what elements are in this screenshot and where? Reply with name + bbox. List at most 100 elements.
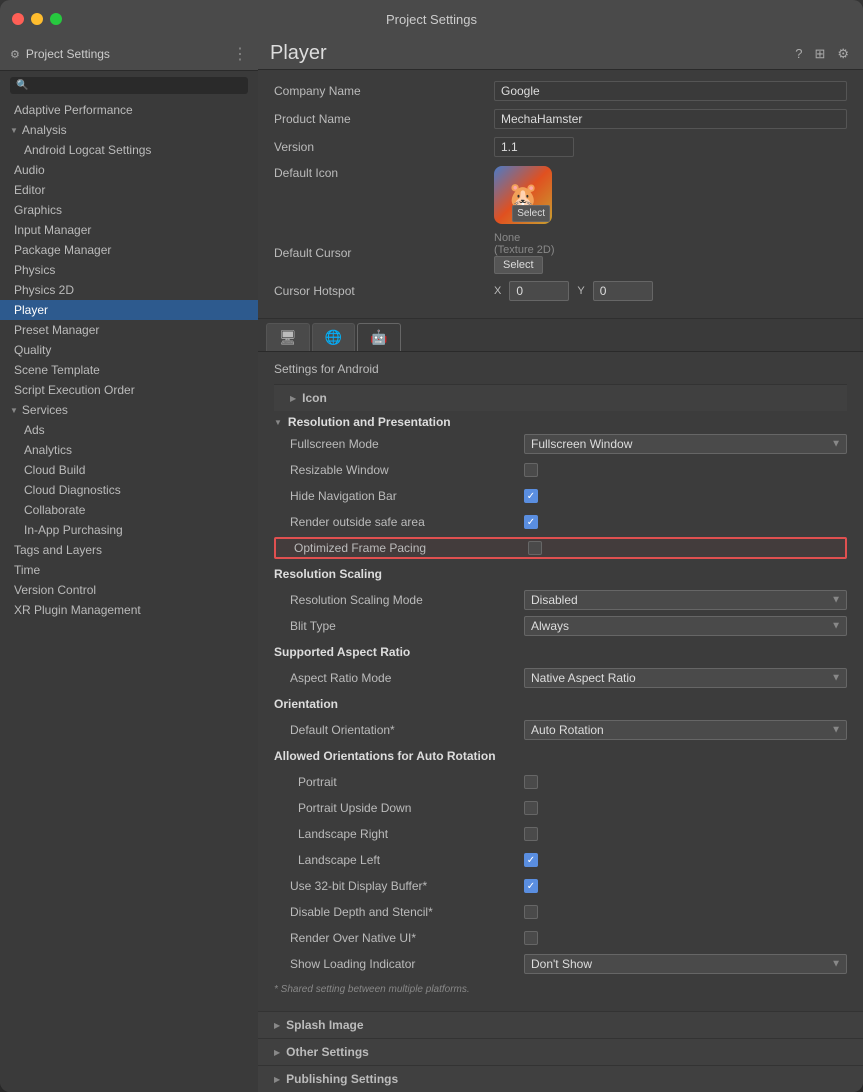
- close-button[interactable]: [12, 13, 24, 25]
- title-bar-text: Project Settings: [386, 12, 477, 27]
- maximize-button[interactable]: [50, 13, 62, 25]
- tab-webgl[interactable]: 🌐: [312, 323, 355, 351]
- resolution-section-content: Fullscreen Mode Fullscreen Window ▼: [274, 433, 847, 559]
- resolution-section-header[interactable]: ▼ Resolution and Presentation: [274, 411, 847, 433]
- sidebar-item-cloud-diagnostics[interactable]: Cloud Diagnostics: [0, 480, 258, 500]
- default-icon-label: Default Icon: [274, 166, 494, 180]
- optimized-frame-label: Optimized Frame Pacing: [278, 541, 528, 555]
- version-row: Version: [274, 136, 847, 158]
- sidebar-item-services[interactable]: ▼ Services: [0, 400, 258, 420]
- company-name-label: Company Name: [274, 84, 494, 98]
- sidebar-item-xr-plugin[interactable]: XR Plugin Management: [0, 600, 258, 620]
- aspect-ratio-label: Supported Aspect Ratio: [274, 645, 847, 659]
- optimized-frame-row: Optimized Frame Pacing: [274, 537, 847, 559]
- sidebar-item-label: Analytics: [24, 443, 72, 457]
- expand-icon: ▶: [290, 394, 296, 403]
- layout-icon[interactable]: ⊞: [812, 44, 827, 64]
- panel-header: Player ? ⊞ ⚙: [258, 38, 863, 70]
- sidebar-item-quality[interactable]: Quality: [0, 340, 258, 360]
- default-cursor-label: Default Cursor: [274, 246, 494, 260]
- sidebar-item-audio[interactable]: Audio: [0, 160, 258, 180]
- fullscreen-mode-dropdown[interactable]: Fullscreen Window: [524, 434, 847, 454]
- sidebar-item-label: Quality: [14, 343, 51, 357]
- sidebar-header-text: Project Settings: [26, 47, 110, 61]
- landscape-left-checkbox[interactable]: [524, 853, 538, 867]
- default-orientation-dropdown[interactable]: Auto Rotation: [524, 720, 847, 740]
- other-settings-section[interactable]: ▶ Other Settings: [258, 1038, 863, 1065]
- render-over-native-control: [524, 931, 847, 945]
- disable-depth-checkbox[interactable]: [524, 905, 538, 919]
- use-32bit-checkbox[interactable]: [524, 879, 538, 893]
- fullscreen-mode-row: Fullscreen Mode Fullscreen Window ▼: [274, 433, 847, 455]
- company-name-input[interactable]: [494, 81, 847, 101]
- resizable-window-checkbox[interactable]: [524, 463, 538, 477]
- sidebar-menu-icon[interactable]: ⋮: [232, 44, 248, 64]
- optimized-frame-checkbox[interactable]: [528, 541, 542, 555]
- default-cursor-row: Default Cursor None (Texture 2D) Select: [274, 232, 847, 274]
- search-input-wrap[interactable]: 🔍: [10, 77, 248, 94]
- sidebar-item-graphics[interactable]: Graphics: [0, 200, 258, 220]
- sidebar-item-time[interactable]: Time: [0, 560, 258, 580]
- sidebar-item-cloud-build[interactable]: Cloud Build: [0, 460, 258, 480]
- sidebar-item-player[interactable]: Player: [0, 300, 258, 320]
- sidebar-item-adaptive-performance[interactable]: Adaptive Performance: [0, 100, 258, 120]
- sidebar-item-tags-and-layers[interactable]: Tags and Layers: [0, 540, 258, 560]
- portrait-checkbox[interactable]: [524, 775, 538, 789]
- allowed-orientations-label: Allowed Orientations for Auto Rotation: [274, 749, 847, 763]
- aspect-ratio-mode-dropdown[interactable]: Native Aspect Ratio: [524, 668, 847, 688]
- icon-section-header[interactable]: ▶ Icon: [274, 384, 847, 411]
- landscape-right-row: Landscape Right: [274, 823, 847, 845]
- product-name-input[interactable]: [494, 109, 847, 129]
- version-input[interactable]: [494, 137, 574, 157]
- portrait-upside-down-checkbox[interactable]: [524, 801, 538, 815]
- sidebar-item-android-logcat[interactable]: Android Logcat Settings: [0, 140, 258, 160]
- sidebar-item-ads[interactable]: Ads: [0, 420, 258, 440]
- sidebar-item-collaborate[interactable]: Collaborate: [0, 500, 258, 520]
- splash-image-section[interactable]: ▶ Splash Image: [258, 1011, 863, 1038]
- search-bar: 🔍: [0, 71, 258, 100]
- scaling-mode-dropdown[interactable]: Disabled: [524, 590, 847, 610]
- sidebar-item-physics[interactable]: Physics: [0, 260, 258, 280]
- show-loading-dropdown[interactable]: Don't Show: [524, 954, 847, 974]
- cursor-y-input[interactable]: [593, 281, 653, 301]
- sidebar-item-scene-template[interactable]: Scene Template: [0, 360, 258, 380]
- sidebar-item-package-manager[interactable]: Package Manager: [0, 240, 258, 260]
- fullscreen-mode-label: Fullscreen Mode: [274, 437, 524, 451]
- resizable-window-row: Resizable Window: [274, 459, 847, 481]
- orientation-section: Orientation Default Orientation* Auto Ro…: [274, 693, 847, 871]
- cursor-none-value: None (Texture 2D) Select: [494, 232, 847, 274]
- sidebar-item-label: Graphics: [14, 203, 62, 217]
- sidebar-item-editor[interactable]: Editor: [0, 180, 258, 200]
- sidebar-item-preset-manager[interactable]: Preset Manager: [0, 320, 258, 340]
- version-value: [494, 137, 847, 157]
- sidebar-item-physics-2d[interactable]: Physics 2D: [0, 280, 258, 300]
- render-over-native-checkbox[interactable]: [524, 931, 538, 945]
- cursor-x-input[interactable]: [509, 281, 569, 301]
- hide-nav-bar-checkbox[interactable]: [524, 489, 538, 503]
- sidebar-item-analysis[interactable]: ▼ Analysis: [0, 120, 258, 140]
- tab-android[interactable]: 🤖: [357, 323, 400, 351]
- sidebar-item-input-manager[interactable]: Input Manager: [0, 220, 258, 240]
- render-outside-checkbox[interactable]: [524, 515, 538, 529]
- shared-note: * Shared setting between multiple platfo…: [274, 979, 847, 997]
- basic-fields: Company Name Product Name Version: [258, 70, 863, 319]
- sidebar-item-version-control[interactable]: Version Control: [0, 580, 258, 600]
- help-icon[interactable]: ?: [793, 44, 804, 63]
- expand-icon: ▼: [10, 406, 18, 415]
- aspect-ratio-mode-row: Aspect Ratio Mode Native Aspect Ratio ▼: [274, 667, 847, 689]
- cursor-select-button[interactable]: Select: [494, 256, 543, 274]
- sidebar-item-in-app-purchasing[interactable]: In-App Purchasing: [0, 520, 258, 540]
- settings-icon[interactable]: ⚙: [835, 44, 851, 64]
- title-bar: Project Settings: [0, 0, 863, 38]
- icon-select-button[interactable]: Select: [512, 205, 550, 222]
- sidebar-item-label: Android Logcat Settings: [24, 143, 151, 157]
- blit-type-dropdown[interactable]: Always: [524, 616, 847, 636]
- landscape-right-checkbox[interactable]: [524, 827, 538, 841]
- resolution-scaling-header-row: Resolution Scaling: [274, 563, 847, 585]
- sidebar-item-analytics[interactable]: Analytics: [0, 440, 258, 460]
- sidebar-item-script-execution-order[interactable]: Script Execution Order: [0, 380, 258, 400]
- minimize-button[interactable]: [31, 13, 43, 25]
- tab-standalone[interactable]: 🖥: [266, 323, 310, 351]
- disable-depth-control: [524, 905, 847, 919]
- publishing-settings-section[interactable]: ▶ Publishing Settings: [258, 1065, 863, 1092]
